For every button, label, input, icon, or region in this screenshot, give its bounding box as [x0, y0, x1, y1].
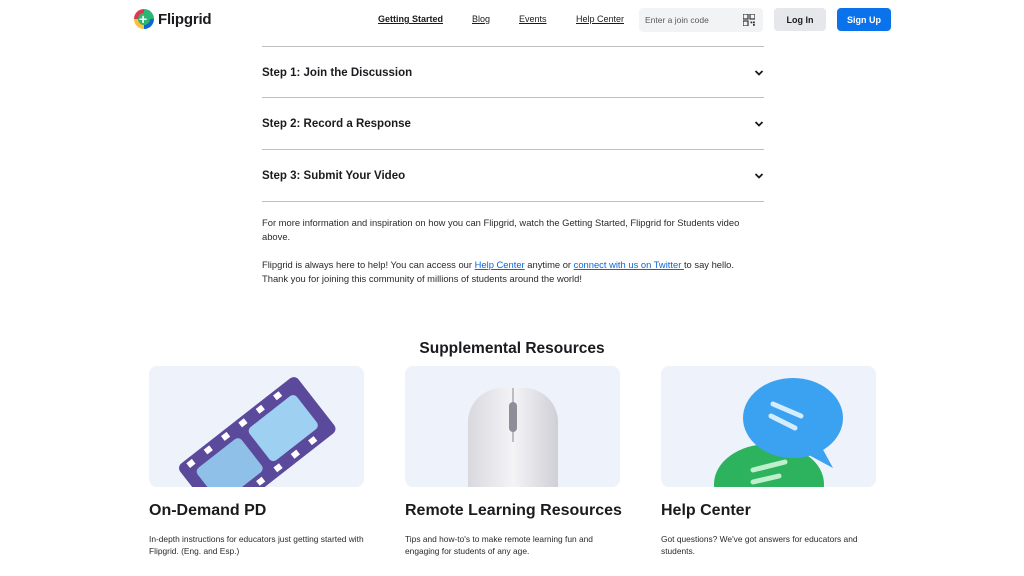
card-image	[405, 366, 620, 487]
card-image	[149, 366, 364, 487]
steps-accordion: Step 1: Join the Discussion Step 2: Reco…	[262, 46, 764, 202]
resource-card-on-demand-pd[interactable]: On-Demand PD In-depth instructions for e…	[149, 366, 364, 556]
film-strip-icon	[179, 377, 336, 487]
accordion-item-step-3[interactable]: Step 3: Submit Your Video	[262, 150, 764, 202]
accordion-title: Step 1: Join the Discussion	[262, 67, 413, 79]
accordion-item-step-1[interactable]: Step 1: Join the Discussion	[262, 46, 764, 98]
signup-button[interactable]: Sign Up	[837, 8, 891, 31]
flipgrid-logo[interactable]: + Flipgrid	[134, 9, 212, 29]
accordion-title: Step 2: Record a Response	[262, 118, 411, 130]
chevron-down-icon	[754, 173, 764, 179]
site-header: + Flipgrid Getting Started Blog Events H…	[0, 0, 1024, 40]
help-center-link[interactable]: Help Center	[475, 259, 525, 270]
nav-link-help-center[interactable]: Help Center	[576, 14, 624, 24]
nav-link-getting-started[interactable]: Getting Started	[378, 14, 443, 24]
chevron-down-icon	[754, 121, 764, 127]
accordion-title: Step 3: Submit Your Video	[262, 170, 406, 182]
info-text-segment: anytime or	[524, 259, 574, 270]
section-title: Supplemental Resources	[419, 340, 605, 357]
info-text: For more information and inspiration on …	[262, 216, 762, 300]
logo-text: Flipgrid	[158, 10, 212, 28]
info-paragraph-2: Flipgrid is always here to help! You can…	[262, 258, 762, 286]
join-code-input[interactable]	[645, 12, 739, 28]
card-image	[661, 366, 876, 487]
chat-bubbles-icon	[714, 378, 843, 487]
info-text-segment: Flipgrid is always here to help! You can…	[262, 259, 475, 270]
card-title: Help Center	[661, 502, 751, 519]
resource-card-help-center[interactable]: Help Center Got questions? We've got ans…	[661, 366, 876, 556]
chevron-down-icon	[754, 70, 764, 76]
card-description: In-depth instructions for educators just…	[149, 534, 364, 556]
card-description: Tips and how-to's to make remote learnin…	[405, 534, 593, 556]
qr-code-icon[interactable]	[743, 14, 755, 26]
nav-link-events[interactable]: Events	[519, 14, 547, 24]
card-title: On-Demand PD	[149, 502, 267, 519]
join-code-field	[639, 8, 763, 32]
card-description: Got questions? We've got answers for edu…	[661, 534, 858, 556]
twitter-link[interactable]: connect with us on Twitter	[574, 259, 684, 270]
login-button[interactable]: Log In	[774, 8, 826, 31]
mouse-icon	[468, 388, 558, 487]
nav-link-blog[interactable]: Blog	[472, 14, 490, 24]
card-title: Remote Learning Resources	[405, 502, 622, 519]
accordion-item-step-2[interactable]: Step 2: Record a Response	[262, 98, 764, 150]
flipgrid-logo-icon: +	[134, 9, 154, 29]
info-paragraph-1: For more information and inspiration on …	[262, 217, 740, 242]
resource-card-remote-learning[interactable]: Remote Learning Resources Tips and how-t…	[405, 366, 622, 556]
